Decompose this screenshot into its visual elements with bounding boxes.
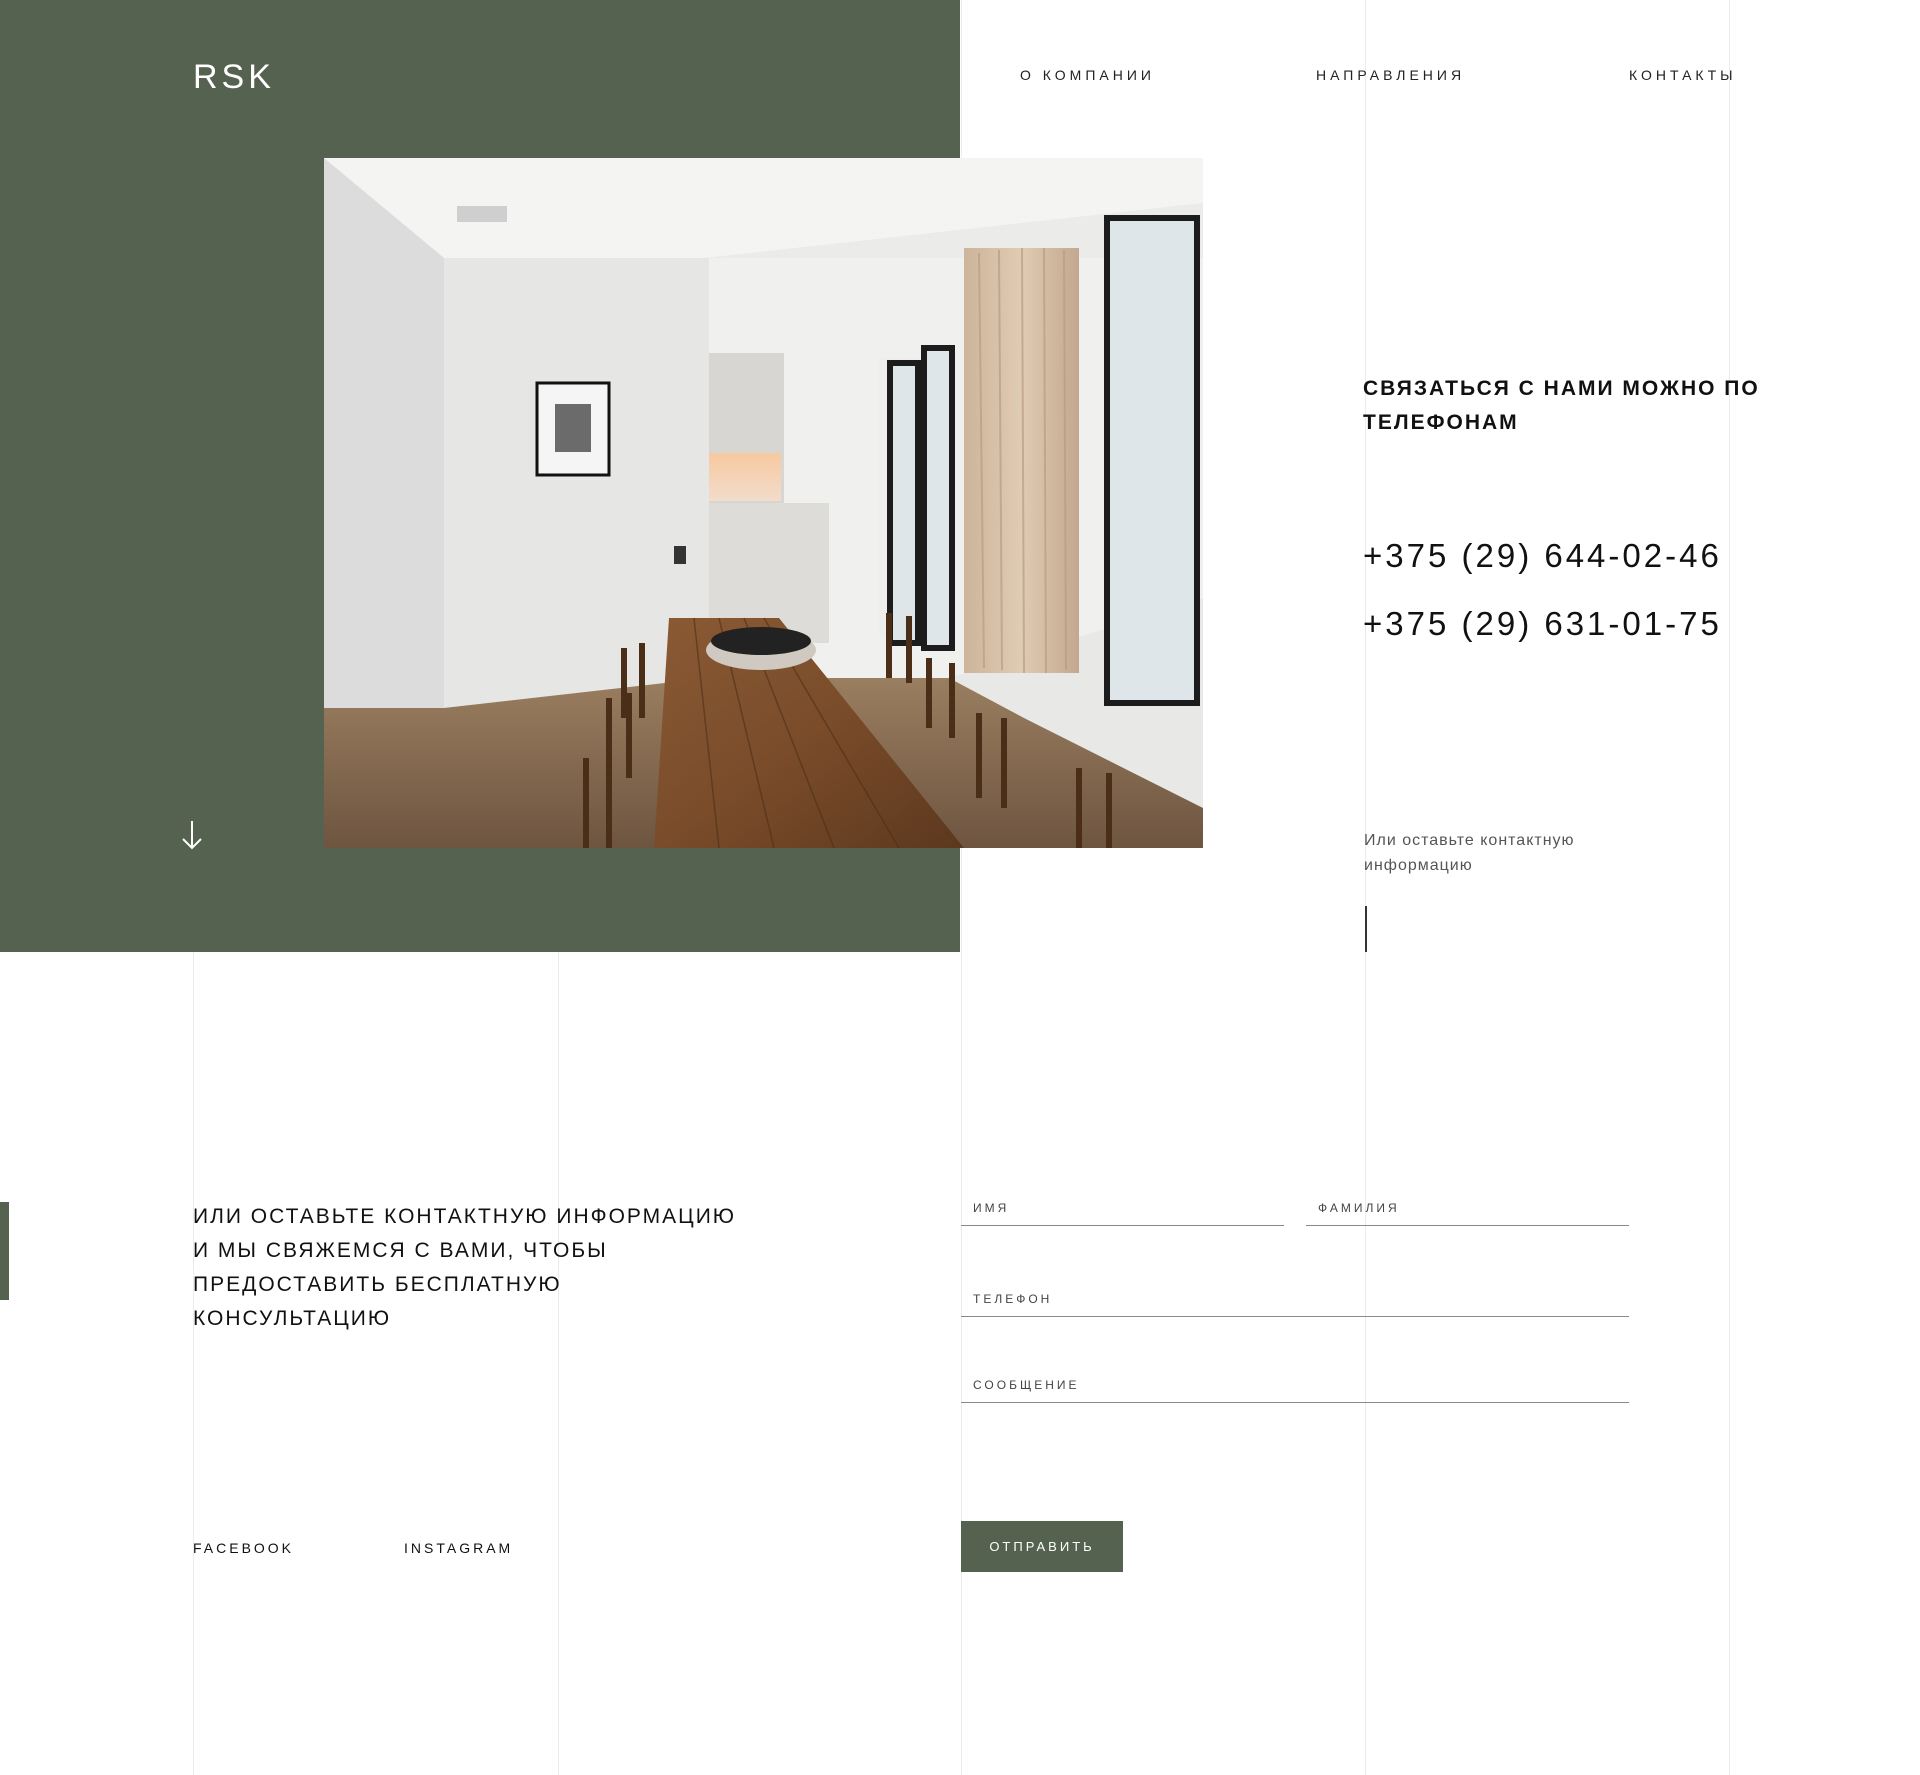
site-logo[interactable]: RSK — [193, 58, 275, 97]
interior-dining-room-photo — [324, 158, 1203, 848]
phone-number-2[interactable]: +375 (29) 631-01-75 — [1363, 605, 1722, 643]
submit-button[interactable]: ОТПРАВИТЬ — [961, 1521, 1123, 1572]
arrow-down-icon[interactable] — [181, 820, 203, 855]
side-tab[interactable] — [0, 1202, 9, 1300]
vertical-marker — [1365, 906, 1367, 952]
instagram-link[interactable]: INSTAGRAM — [404, 1540, 513, 1556]
form-intro-text: Или оставьте контактную информацию и мы … — [193, 1205, 737, 1330]
grid-line — [1729, 0, 1730, 1775]
facebook-link[interactable]: FACEBOOK — [193, 1540, 294, 1556]
last-name-field[interactable] — [1306, 1198, 1629, 1226]
phone-field[interactable] — [961, 1289, 1629, 1317]
nav-item-directions[interactable]: НАПРАВЛЕНИЯ — [1316, 67, 1465, 83]
grid-line — [1365, 0, 1366, 1775]
nav-item-about[interactable]: О КОМПАНИИ — [1020, 67, 1155, 83]
contact-note: Или оставьте контактную информацию — [1364, 832, 1575, 874]
nav-item-contacts[interactable]: КОНТАКТЫ — [1629, 67, 1737, 83]
message-field[interactable] — [961, 1375, 1629, 1403]
first-name-field[interactable] — [961, 1198, 1284, 1226]
phone-number-1[interactable]: +375 (29) 644-02-46 — [1363, 537, 1722, 575]
hero-image — [324, 158, 1203, 848]
contact-heading: Связаться с нами можно по телефонам — [1363, 377, 1760, 434]
